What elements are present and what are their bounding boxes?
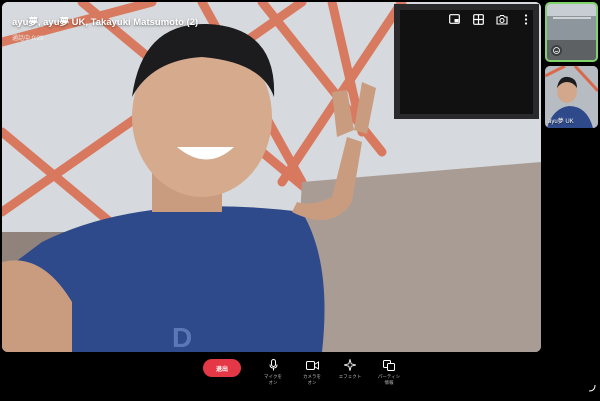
participants-label: パーティシ 情報 <box>377 374 401 385</box>
call-title: ayu夢, ayu夢 UK, Takayuki Matsumoto (2) <box>12 17 199 28</box>
call-controls-bar: 退出 マイクを オン カメラを オン エフェクト パーティシ 情報 <box>0 352 600 401</box>
microphone-icon <box>258 359 288 371</box>
resize-handle-icon[interactable] <box>588 379 596 397</box>
video-scene: D <box>2 2 541 352</box>
grid-layout-icon[interactable] <box>471 12 485 26</box>
top-toolbar <box>447 12 533 26</box>
call-status: 通話中 0:29 <box>12 36 44 42</box>
participant-tile-self[interactable] <box>545 2 598 62</box>
main-video-feed[interactable]: D ayu夢, ayu夢 UK, Takayuki Matsumoto (2) … <box>2 2 541 352</box>
more-vertical-icon[interactable] <box>519 12 533 26</box>
svg-text:D: D <box>172 322 192 352</box>
mic-toggle-button[interactable]: マイクを オン <box>258 359 288 385</box>
camera-switch-icon[interactable] <box>495 12 509 26</box>
camera-label: カメラを オン <box>303 374 321 385</box>
call-header: ayu夢, ayu夢 UK, Takayuki Matsumoto (2) 通話… <box>12 14 198 42</box>
participants-info-button[interactable]: パーティシ 情報 <box>374 359 404 385</box>
reaction-icon[interactable] <box>551 45 562 56</box>
camera-toggle-button[interactable]: カメラを オン <box>297 359 327 385</box>
participant-tile-ayu-uk[interactable]: ayu夢 UK <box>545 66 598 128</box>
video-call-window: D ayu夢, ayu夢 UK, Takayuki Matsumoto (2) … <box>0 0 600 401</box>
leave-call-button[interactable]: 退出 <box>203 359 241 377</box>
effects-label: エフェクト <box>338 374 362 379</box>
video-camera-icon <box>297 359 327 371</box>
mic-label: マイクを オン <box>264 374 282 385</box>
effects-button[interactable]: エフェクト <box>335 359 365 380</box>
participant-name: ayu夢 UK <box>548 119 574 125</box>
sparkle-icon <box>335 359 365 371</box>
picture-in-picture-icon[interactable] <box>447 12 461 26</box>
participants-icon <box>374 359 404 371</box>
